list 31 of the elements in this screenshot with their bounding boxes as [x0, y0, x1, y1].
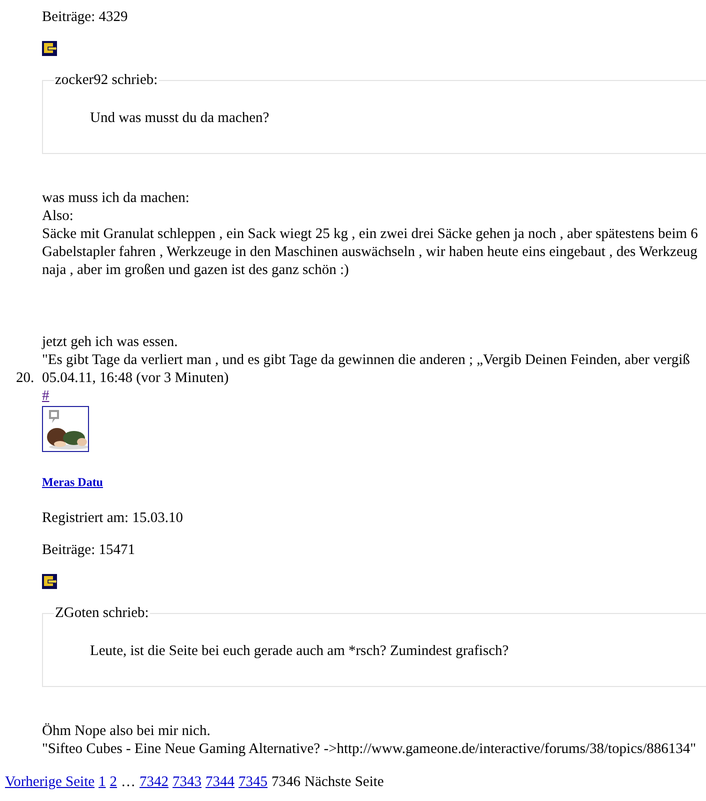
permalink[interactable]: #	[42, 388, 50, 404]
signature: "Sifteo Cubes - Eine Neue Gaming Alternative? ->http://www.gameone.de/interactive/forums/38/topics/886134"	[42, 740, 698, 758]
next-page-label: Nächste Seite	[304, 773, 384, 791]
page-link[interactable]: 7344	[206, 773, 235, 791]
quote-text: Und was musst du da machen?	[90, 109, 270, 127]
quote-icon[interactable]	[42, 574, 57, 589]
post-text: naja , aber im großen und gazen ist des ganz schön :)	[42, 261, 350, 279]
current-page: 7346	[272, 773, 301, 791]
post-text: was muss ich da machen:	[42, 189, 190, 207]
quote-icon[interactable]	[42, 41, 57, 56]
post-text: Säcke mit Granulat schleppen , ein Sack wiegt 25 kg , ein zwei drei Säcke gehen ja noch , aber spätestens beim 6	[42, 225, 699, 243]
ellipsis: …	[121, 773, 136, 791]
page-link[interactable]: 2	[110, 773, 118, 791]
page-link[interactable]: 7343	[172, 773, 202, 791]
avatar-frame[interactable]	[42, 406, 89, 452]
previous-page-link[interactable]: Vorherige Seite	[5, 773, 95, 791]
username-link[interactable]: Meras Datu	[42, 475, 103, 489]
registration-date: Registriert am: 15.03.10	[42, 509, 184, 527]
post-number: 20.	[16, 369, 34, 387]
quote-text: Leute, ist die Seite bei euch gerade auch am *rsch? Zumindest grafisch?	[90, 642, 510, 660]
post-timestamp: 05.04.11, 16:48 (vor 3 Minuten)	[42, 369, 230, 387]
post-text: Gabelstapler fahren , Werkzeuge in den Maschinen auswächseln , wir haben heute eins eingebaut , des Werkzeug	[42, 243, 698, 261]
page-link[interactable]: 1	[98, 773, 106, 791]
post-count: Beiträge: 4329	[42, 8, 129, 26]
post-text: jetzt geh ich was essen.	[42, 333, 179, 351]
signature: "Es gibt Tage da verliert man , und es gibt Tage da gewinnen die anderen ; „Vergib Deinen Feinden, aber vergiß	[42, 351, 691, 369]
post-count: Beiträge: 15471	[42, 541, 136, 559]
page-link[interactable]: 7345	[238, 773, 268, 791]
page-link[interactable]: 7342	[140, 773, 169, 791]
post-text: Also:	[42, 207, 74, 225]
post-text: Öhm Nope also bei mir nich.	[42, 722, 212, 740]
